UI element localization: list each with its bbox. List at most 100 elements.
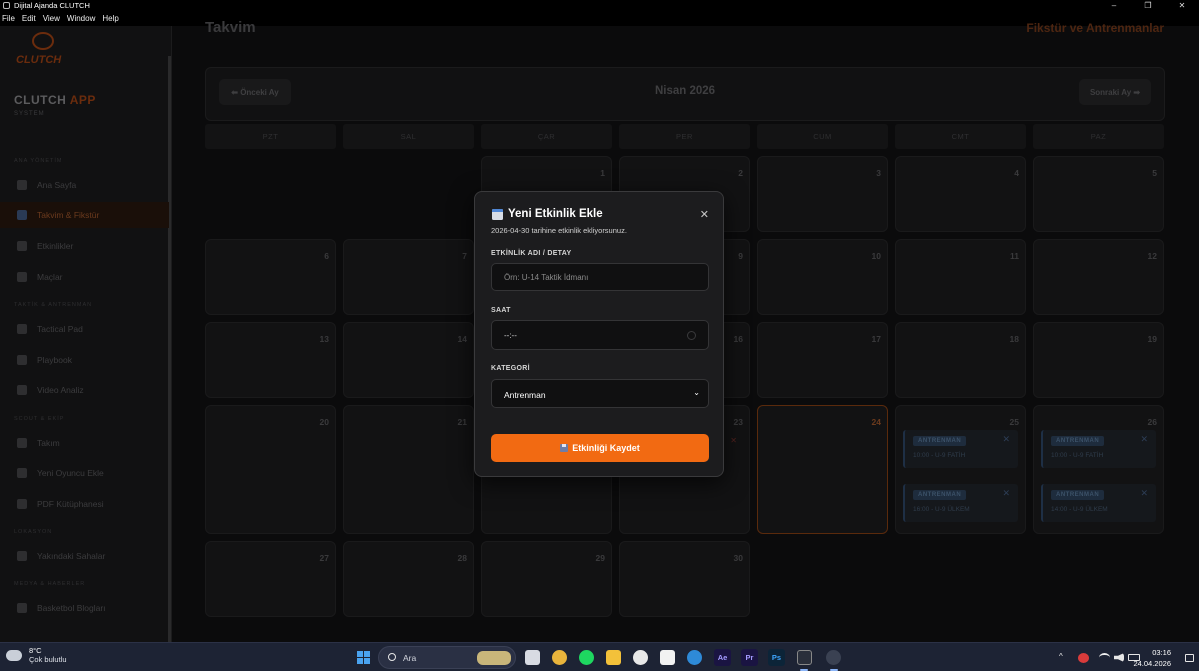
- day-number: 25: [1009, 417, 1019, 427]
- event-delete-icon[interactable]: ✕: [1140, 434, 1148, 445]
- sidebar-item-matches[interactable]: Maçlar: [0, 264, 169, 290]
- sidebar-item-pdf-library[interactable]: PDF Kütüphanesi: [0, 491, 169, 517]
- sidebar-item-label: Yeni Oyuncu Ekle: [37, 468, 104, 478]
- menu-view[interactable]: View: [43, 14, 60, 23]
- sidebar-item-tactical-pad[interactable]: Tactical Pad: [0, 316, 169, 342]
- basketball-icon: [17, 355, 27, 365]
- event-card[interactable]: ANTRENMAN ✕ 16:00 - U-9 ÜLKEM: [903, 484, 1018, 522]
- weekday-header: ÇAR: [481, 124, 612, 149]
- window-title: Dijital Ajanda CLUTCH: [14, 0, 90, 10]
- maximize-button[interactable]: ❐: [1131, 1, 1165, 10]
- calendar-day[interactable]: 29: [481, 541, 612, 617]
- chrome-icon[interactable]: [552, 650, 567, 665]
- calendar-day[interactable]: 30: [619, 541, 750, 617]
- sidebar-item-playbook[interactable]: Playbook: [0, 347, 169, 373]
- save-event-button[interactable]: Etkinliği Kaydet: [491, 434, 709, 462]
- section-label-management: ANA YÖNETİM: [14, 158, 63, 164]
- photoshop-icon[interactable]: Ps: [768, 649, 785, 666]
- sidebar-item-nearby-courts[interactable]: Yakındaki Sahalar: [0, 543, 169, 569]
- modal-close-button[interactable]: ✕: [700, 208, 709, 221]
- sidebar-item-events[interactable]: Etkinlikler: [0, 233, 169, 259]
- taskbar-search[interactable]: Ara: [378, 646, 516, 669]
- calendar-day[interactable]: 17: [757, 322, 888, 398]
- tray-chevron-icon[interactable]: ^: [1059, 652, 1063, 661]
- sidebar-item-label: Etkinlikler: [37, 241, 74, 251]
- weather-widget[interactable]: 8°C Çok bulutlu: [4, 646, 67, 664]
- sidebar-item-add-player[interactable]: Yeni Oyuncu Ekle: [0, 460, 169, 486]
- sidebar-item-calendar[interactable]: Takvim & Fikstür: [0, 202, 169, 228]
- calendar-day[interactable]: 28: [343, 541, 474, 617]
- menu-edit[interactable]: Edit: [22, 14, 36, 23]
- calendar-day[interactable]: 7: [343, 239, 474, 315]
- calendar-day[interactable]: 14: [343, 322, 474, 398]
- capcut-icon[interactable]: [660, 650, 675, 665]
- terminal-icon[interactable]: [797, 650, 812, 665]
- calendar-day-today[interactable]: 24: [757, 405, 888, 534]
- event-delete-icon[interactable]: ✕: [1002, 434, 1010, 445]
- system-clock[interactable]: 03:16 24.04.2026: [1133, 647, 1171, 669]
- clock-icon[interactable]: [687, 331, 696, 340]
- calendar-day[interactable]: 21: [343, 405, 474, 534]
- file-explorer-icon[interactable]: [606, 650, 621, 665]
- windows-start-icon[interactable]: [357, 651, 370, 664]
- next-month-button[interactable]: Sonraki Ay ➡: [1079, 79, 1151, 105]
- calendar-day[interactable]: 12: [1033, 239, 1164, 315]
- calendar-day[interactable]: 11: [895, 239, 1026, 315]
- volume-icon[interactable]: [1114, 653, 1124, 662]
- calendar-day[interactable]: 13: [205, 322, 336, 398]
- event-name-label: ETKİNLİK ADI / DETAY: [491, 250, 572, 257]
- electron-app-icon[interactable]: [826, 650, 841, 665]
- after-effects-icon[interactable]: Ae: [714, 649, 731, 666]
- premiere-pro-icon[interactable]: Pr: [741, 649, 758, 666]
- close-window-button[interactable]: ✕: [1165, 1, 1199, 10]
- calendar-day[interactable]: 3: [757, 156, 888, 232]
- event-text: 16:00 - U-9 ÜLKEM: [913, 506, 970, 513]
- calendar-day[interactable]: 18: [895, 322, 1026, 398]
- calendar-day[interactable]: 20: [205, 405, 336, 534]
- menu-help[interactable]: Help: [102, 14, 118, 23]
- sidebar-item-label: Video Analiz: [37, 385, 84, 395]
- calendar-day[interactable]: 5: [1033, 156, 1164, 232]
- clock-time: 03:16: [1152, 648, 1171, 657]
- sidebar-item-video-analysis[interactable]: Video Analiz: [0, 377, 169, 403]
- calendar-day[interactable]: 4: [895, 156, 1026, 232]
- day-number: 7: [462, 251, 467, 261]
- sidebar-item-blogs[interactable]: Basketbol Blogları: [0, 595, 169, 621]
- event-delete-icon[interactable]: ✕: [730, 436, 737, 445]
- tray-app-icon[interactable]: [1078, 653, 1089, 663]
- time-input[interactable]: --:--: [491, 320, 709, 350]
- section-label-media: MEDYA & HABERLER: [14, 581, 86, 587]
- event-card[interactable]: ANTRENMAN ✕ 10:00 - U-9 FATİH: [903, 430, 1018, 468]
- day-number: 19: [1147, 334, 1157, 344]
- edge-icon[interactable]: [687, 650, 702, 665]
- menu-bar: File Edit View Window Help: [0, 10, 1199, 26]
- menu-file[interactable]: File: [2, 14, 15, 23]
- event-card[interactable]: ANTRENMAN ✕ 14:00 - U-9 ÜLKEM: [1041, 484, 1156, 522]
- sidebar-item-label: Yakındaki Sahalar: [37, 551, 106, 561]
- app-icon: [3, 1, 10, 9]
- event-delete-icon[interactable]: ✕: [1002, 488, 1010, 499]
- calendar-day[interactable]: 19: [1033, 322, 1164, 398]
- calendar-day[interactable]: 27: [205, 541, 336, 617]
- brand-accent: APP: [69, 93, 96, 107]
- calendar-day[interactable]: 25 ANTRENMAN ✕ 10:00 - U-9 FATİH ANTRENM…: [895, 405, 1026, 534]
- menu-window[interactable]: Window: [67, 14, 95, 23]
- event-card[interactable]: ANTRENMAN ✕ 10:00 - U-9 FATİH: [1041, 430, 1156, 468]
- calendar-day[interactable]: 26 ANTRENMAN ✕ 10:00 - U-9 FATİH ANTRENM…: [1033, 405, 1164, 534]
- event-name-input[interactable]: [491, 263, 709, 291]
- event-delete-icon[interactable]: ✕: [1140, 488, 1148, 499]
- task-view-icon[interactable]: [525, 650, 540, 665]
- calendar-day[interactable]: 10: [757, 239, 888, 315]
- notification-icon[interactable]: [1185, 654, 1194, 662]
- calendar-day[interactable]: 6: [205, 239, 336, 315]
- cloud-sun-icon: [4, 646, 22, 661]
- wifi-icon[interactable]: [1099, 653, 1110, 662]
- chatgpt-icon[interactable]: [633, 650, 648, 665]
- sidebar-item-home[interactable]: Ana Sayfa: [0, 172, 169, 198]
- event-text: 10:00 - U-9 FATİH: [913, 452, 966, 459]
- sidebar-item-team[interactable]: Takım: [0, 430, 169, 456]
- spotify-icon[interactable]: [579, 650, 594, 665]
- day-number: 29: [595, 553, 605, 563]
- category-select[interactable]: Antrenman ⌄: [491, 379, 709, 408]
- minimize-button[interactable]: –: [1097, 1, 1131, 10]
